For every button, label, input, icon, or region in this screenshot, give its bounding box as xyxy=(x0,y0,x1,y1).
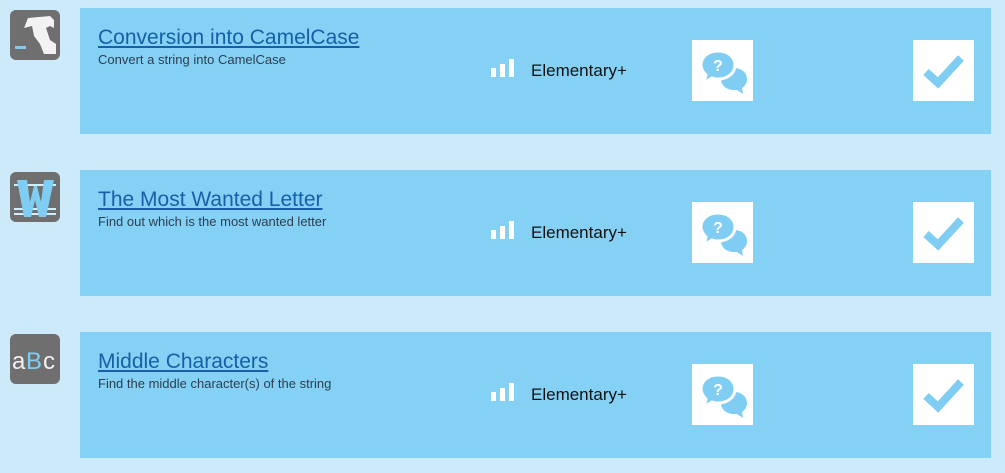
chat-question-icon: ? xyxy=(699,373,747,418)
camel-icon[interactable] xyxy=(10,10,60,60)
difficulty-bars-icon xyxy=(491,383,514,401)
mission-description: Find the middle character(s) of the stri… xyxy=(98,376,332,391)
abc-icon-letter: c xyxy=(43,348,55,375)
difficulty-label: Elementary+ xyxy=(531,385,627,404)
check-icon xyxy=(923,55,964,89)
discuss-button[interactable]: ? xyxy=(692,202,753,263)
check-icon xyxy=(923,217,964,251)
solved-check-button[interactable] xyxy=(913,364,974,425)
chat-question-icon: ? xyxy=(699,211,747,256)
mission-title-link[interactable]: The Most Wanted Letter xyxy=(98,188,323,212)
mission-card: The Most Wanted Letter Find out which is… xyxy=(80,170,991,296)
abc-icon-letter: a xyxy=(12,348,26,375)
mission-row: Conversion into CamelCase Convert a stri… xyxy=(0,8,1005,134)
difficulty-bars-icon xyxy=(491,221,514,239)
mission-card: Middle Characters Find the middle charac… xyxy=(80,332,991,458)
mission-title-link[interactable]: Conversion into CamelCase xyxy=(98,26,359,50)
mission-description: Find out which is the most wanted letter xyxy=(98,214,327,229)
solved-check-button[interactable] xyxy=(913,202,974,263)
difficulty-label: Elementary+ xyxy=(531,223,627,242)
difficulty-label: Elementary+ xyxy=(531,61,627,80)
mission-row: The Most Wanted Letter Find out which is… xyxy=(0,170,1005,296)
abc-icon-letter: B xyxy=(26,348,42,375)
discuss-button[interactable]: ? xyxy=(692,40,753,101)
discuss-button[interactable]: ? xyxy=(692,364,753,425)
solved-check-button[interactable] xyxy=(913,40,974,101)
chat-question-icon: ? xyxy=(699,49,747,94)
svg-text:?: ? xyxy=(713,382,723,399)
mission-row: a B c Middle Characters Find the middle … xyxy=(0,332,1005,458)
difficulty-bars-icon xyxy=(491,59,514,77)
check-icon xyxy=(923,379,964,413)
abc-icon[interactable]: a B c xyxy=(10,334,60,384)
mission-card: Conversion into CamelCase Convert a stri… xyxy=(80,8,991,134)
letter-w-icon[interactable] xyxy=(10,172,60,222)
svg-text:?: ? xyxy=(713,220,723,237)
mission-title-link[interactable]: Middle Characters xyxy=(98,350,268,374)
mission-description: Convert a string into CamelCase xyxy=(98,52,286,67)
svg-text:?: ? xyxy=(713,58,723,75)
